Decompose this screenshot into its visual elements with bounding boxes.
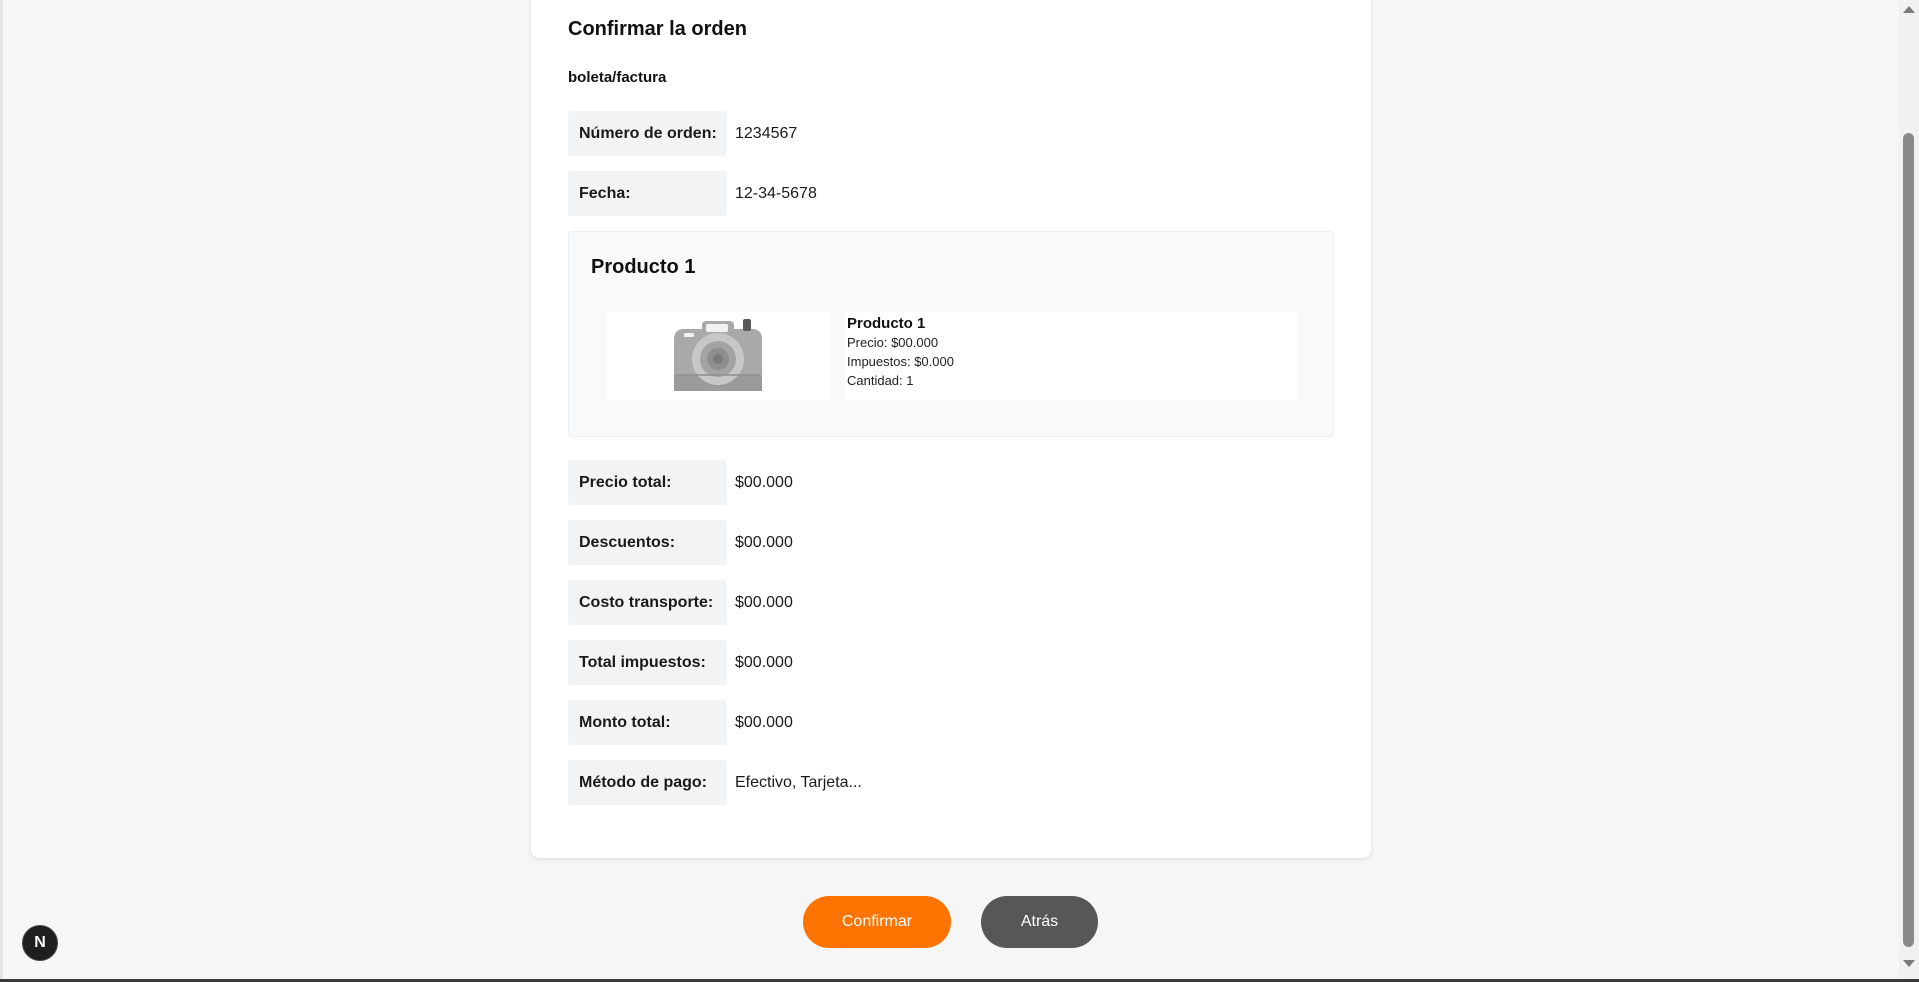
confirm-button[interactable]: Confirmar (803, 896, 951, 948)
product-taxes: Impuestos: $0.000 (847, 354, 954, 369)
shipping-cost-row: Costo transporte: $00.000 (568, 580, 793, 625)
discounts-value: $00.000 (735, 533, 793, 551)
document-type-label: boleta/factura (568, 69, 667, 86)
shipping-cost-value: $00.000 (735, 593, 793, 611)
order-number-label: Número de orden: (568, 111, 727, 156)
order-date-value: 12-34-5678 (735, 184, 817, 202)
payment-method-label: Método de pago: (568, 760, 727, 805)
vertical-scrollbar[interactable] (1899, 0, 1919, 982)
total-amount-value: $00.000 (735, 713, 793, 731)
payment-method-value: Efectivo, Tarjeta... (735, 773, 862, 791)
scroll-down-arrow-icon[interactable] (1903, 960, 1915, 967)
order-date-label: Fecha: (568, 171, 727, 216)
camera-icon (674, 319, 762, 391)
total-taxes-value: $00.000 (735, 653, 793, 671)
product-quantity: Cantidad: 1 (847, 373, 914, 388)
page-title: Confirmar la orden (568, 18, 747, 40)
payment-method-row: Método de pago: Efectivo, Tarjeta... (568, 760, 862, 805)
total-amount-label: Monto total: (568, 700, 727, 745)
order-number-value: 1234567 (735, 124, 798, 142)
page-edge (0, 0, 3, 982)
dev-tools-badge[interactable]: N (22, 925, 58, 961)
product-image (606, 312, 830, 400)
discounts-label: Descuentos: (568, 520, 727, 565)
product-section: Producto 1 Producto 1 Precio: $00.000 Im… (568, 231, 1334, 437)
total-price-row: Precio total: $00.000 (568, 460, 793, 505)
product-details: Producto 1 Precio: $00.000 Impuestos: $0… (845, 312, 1297, 400)
total-price-value: $00.000 (735, 473, 793, 491)
total-amount-row: Monto total: $00.000 (568, 700, 793, 745)
scrollbar-thumb[interactable] (1903, 133, 1914, 947)
shipping-cost-label: Costo transporte: (568, 580, 727, 625)
order-number-row: Número de orden: 1234567 (568, 111, 797, 156)
total-taxes-label: Total impuestos: (568, 640, 727, 685)
product-price: Precio: $00.000 (847, 335, 939, 350)
scroll-up-arrow-icon[interactable] (1903, 6, 1915, 13)
back-button[interactable]: Atrás (981, 896, 1098, 948)
order-date-row: Fecha: 12-34-5678 (568, 171, 817, 216)
total-taxes-row: Total impuestos: $00.000 (568, 640, 793, 685)
total-price-label: Precio total: (568, 460, 727, 505)
discounts-row: Descuentos: $00.000 (568, 520, 793, 565)
badge-letter: N (34, 934, 46, 951)
product-heading: Producto 1 (591, 256, 696, 278)
product-name: Producto 1 (847, 315, 926, 332)
